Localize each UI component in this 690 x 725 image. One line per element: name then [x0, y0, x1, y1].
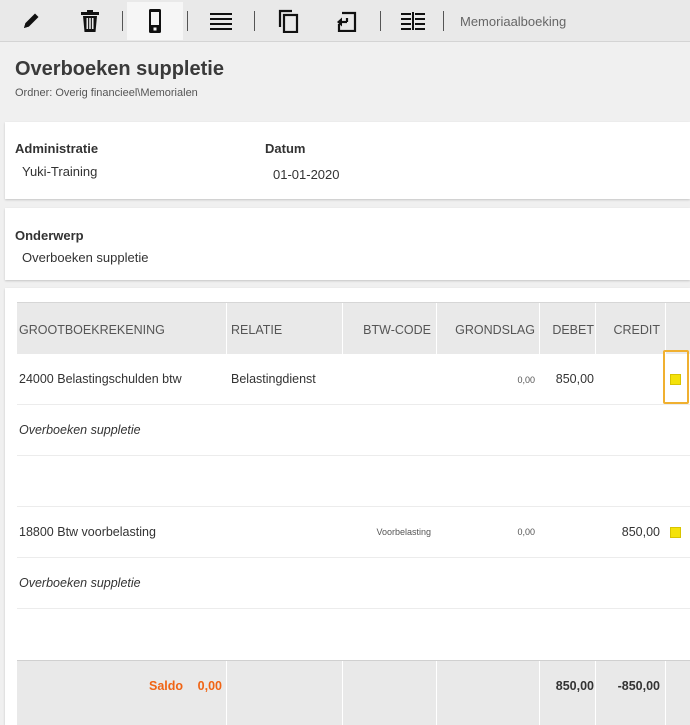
- row1-basis[interactable]: 0,00: [437, 375, 535, 385]
- delete-button[interactable]: [62, 2, 118, 40]
- row2-account[interactable]: 18800 Btw voorbelasting: [19, 525, 156, 539]
- row-divider: [17, 608, 690, 609]
- undo-button[interactable]: [318, 2, 374, 40]
- onderwerp-value[interactable]: Overboeken suppletie: [22, 250, 148, 265]
- column-divider: [539, 303, 540, 355]
- row2-marker[interactable]: [670, 527, 681, 538]
- table-header: GROOTBOEKREKENING RELATIE BTW-CODE GROND…: [17, 302, 690, 355]
- columns-icon: [401, 12, 425, 30]
- column-header-grondslag[interactable]: GRONDSLAG: [437, 323, 535, 337]
- administratie-value[interactable]: Yuki-Training: [22, 164, 97, 179]
- row1-debit[interactable]: 850,00: [541, 372, 594, 386]
- row1-marker[interactable]: [670, 374, 681, 385]
- lines-card: GROOTBOEKREKENING RELATIE BTW-CODE GROND…: [5, 288, 690, 725]
- column-divider: [342, 661, 343, 725]
- column-divider: [595, 661, 596, 725]
- edit-button[interactable]: [3, 2, 59, 40]
- administratie-label: Administratie: [15, 141, 99, 156]
- row-divider: [17, 506, 690, 507]
- datum-value[interactable]: 01-01-2020: [273, 167, 340, 182]
- column-divider: [436, 661, 437, 725]
- column-divider: [665, 303, 666, 355]
- toolbar-divider: [122, 11, 123, 31]
- row2-vat-code[interactable]: Voorbelasting: [339, 527, 431, 537]
- column-header-debet[interactable]: DEBET: [541, 323, 594, 337]
- table-footer: Saldo 0,00 850,00 -850,00: [17, 660, 690, 725]
- column-divider: [226, 303, 227, 355]
- toolbar-divider: [254, 11, 255, 31]
- total-credit: -850,00: [617, 679, 660, 693]
- row1-relation[interactable]: Belastingdienst: [231, 372, 316, 386]
- row1-description[interactable]: Overboeken suppletie: [19, 423, 141, 437]
- row2-credit[interactable]: 850,00: [597, 525, 660, 539]
- mobile-view-button[interactable]: [127, 2, 183, 40]
- onderwerp-label: Onderwerp: [15, 228, 84, 243]
- column-divider: [226, 661, 227, 725]
- row-divider: [17, 404, 690, 405]
- column-header-relatie[interactable]: RELATIE: [231, 323, 282, 337]
- column-header-btw-code[interactable]: BTW-CODE: [339, 323, 431, 337]
- toolbar: Memoriaalboeking: [0, 0, 690, 42]
- header-card: Administratie Yuki-Training Datum 01-01-…: [5, 122, 690, 199]
- undo-icon: [337, 11, 357, 32]
- page-title: Overboeken suppletie: [15, 58, 224, 80]
- toolbar-divider: [187, 11, 188, 31]
- pencil-icon: [24, 13, 39, 28]
- column-divider: [665, 661, 666, 725]
- journal-lines-table: GROOTBOEKREKENING RELATIE BTW-CODE GROND…: [17, 302, 690, 725]
- columns-view-button[interactable]: [385, 2, 441, 40]
- list-icon: [210, 13, 232, 30]
- mobile-icon: [149, 9, 161, 33]
- column-header-grootboekrekening[interactable]: GROOTBOEKREKENING: [19, 323, 165, 337]
- row-divider: [17, 455, 690, 456]
- copy-button[interactable]: [260, 2, 316, 40]
- trash-icon: [81, 10, 99, 32]
- list-view-button[interactable]: [193, 2, 249, 40]
- row2-basis[interactable]: 0,00: [437, 527, 535, 537]
- document-type-label: Memoriaalboeking: [460, 14, 567, 29]
- folder-path: Ordner: Overig financieel\Memorialen: [15, 87, 198, 99]
- datum-label: Datum: [265, 141, 306, 156]
- toolbar-divider: [443, 11, 444, 31]
- saldo-value: 0,00: [197, 679, 222, 693]
- total-debit: 850,00: [555, 679, 594, 693]
- column-header-credit[interactable]: CREDIT: [597, 323, 660, 337]
- row2-description[interactable]: Overboeken suppletie: [19, 576, 141, 590]
- row1-account[interactable]: 24000 Belastingschulden btw: [19, 372, 182, 386]
- row-divider: [17, 557, 690, 558]
- toolbar-divider: [380, 11, 381, 31]
- column-divider: [539, 661, 540, 725]
- column-divider: [595, 303, 596, 355]
- subject-card: Onderwerp Overboeken suppletie: [5, 208, 690, 280]
- copy-icon: [278, 9, 299, 33]
